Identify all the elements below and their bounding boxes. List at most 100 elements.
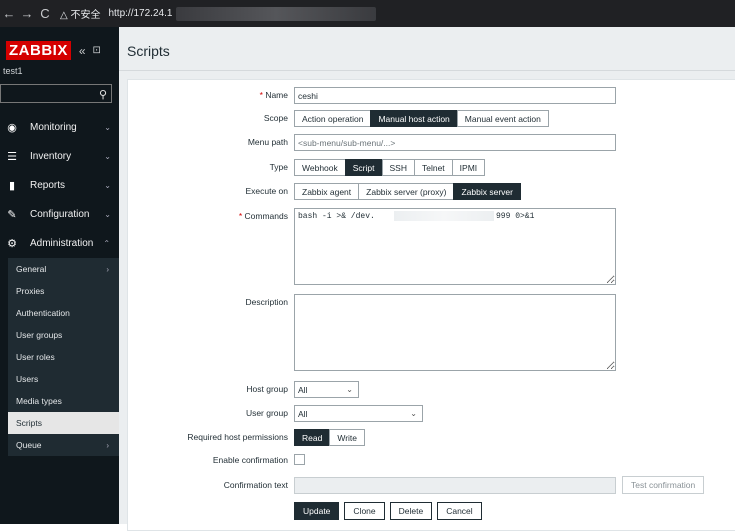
sidebar-search-input[interactable]: ⚲ [0,84,112,103]
zabbix-logo[interactable]: ZABBIX [6,41,71,60]
current-user: test1 [3,66,23,76]
submenu-item-general[interactable]: General › [8,258,119,280]
collapse-sidebar-icon[interactable]: « [79,44,86,58]
menu-item-label: Inventory [30,151,72,162]
submenu-item-user-roles[interactable]: User roles [8,346,119,368]
commands-field: bash -i >& /dev. 999 0>&1 [294,208,616,285]
security-warning[interactable]: △ 不安全 [60,6,100,21]
type-script[interactable]: Script [344,159,383,176]
confirmation-text-label: Confirmation text [223,480,288,490]
scope-manual-host-action[interactable]: Manual host action [370,110,458,127]
host-group-select[interactable]: All ⌄ [294,381,359,398]
submenu-item-label: Media types [16,396,62,406]
confirmation-text-input[interactable] [294,477,616,494]
scope-label: Scope [263,113,288,123]
menu-item-configuration[interactable]: ✎ Configuration ⌄ [0,200,119,229]
scope-action-operation[interactable]: Action operation [294,110,372,127]
enable-confirmation-label: Enable confirmation [212,455,288,465]
menu-item-label: Monitoring [30,122,77,133]
submenu-item-label: General [16,264,47,274]
menu-item-inventory[interactable]: ☰ Inventory ⌄ [0,142,119,171]
type-label: Type [269,162,288,172]
address-bar[interactable]: http://172.24.1 [108,8,172,19]
test-confirmation-button[interactable]: Test confirmation [622,476,705,494]
submenu-item-queue[interactable]: Queue › [8,434,119,456]
action-buttons: Update Clone Delete Cancel [294,502,487,520]
user-group-select[interactable]: All ⌄ [294,405,423,422]
redacted-url [176,6,377,21]
clone-button[interactable]: Clone [344,502,385,520]
commands-label: * Commands [238,211,288,221]
submenu-item-media-types[interactable]: Media types [8,390,119,412]
menu-item-monitoring[interactable]: ◉ Monitoring ⌄ [0,113,119,142]
menu-path-input[interactable] [294,134,616,151]
execute-on-zabbix-agent[interactable]: Zabbix agent [294,183,360,200]
menu-item-label: Reports [30,180,66,191]
submenu-item-label: Users [16,374,39,384]
script-form: * Name Scope Action operation Manual hos… [127,79,735,531]
header-divider [119,70,735,71]
wrench-icon: ✎ [7,209,17,221]
description-textarea[interactable] [294,294,616,371]
permissions-segmented-control: Read Write [294,429,366,446]
submenu-item-user-groups[interactable]: User groups [8,324,119,346]
host-group-value: All [298,384,308,395]
enable-confirmation-checkbox[interactable] [294,454,305,465]
type-ipmi[interactable]: IPMI [451,159,486,176]
list-icon: ☰ [7,151,17,163]
commands-text-end: 999 0>&1 [496,212,535,221]
update-button[interactable]: Update [294,502,340,520]
execute-on-zabbix-server[interactable]: Zabbix server [453,183,521,200]
submenu-item-label: Queue [16,440,42,450]
administration-submenu: General › Proxies Authentication User gr… [8,258,119,456]
submenu-item-label: User groups [16,330,63,340]
description-label: Description [245,297,288,307]
submenu-item-label: Scripts [16,418,42,428]
reload-icon[interactable]: C [36,6,54,21]
scope-manual-event-action[interactable]: Manual event action [456,110,549,127]
submenu-item-scripts[interactable]: Scripts [8,412,119,434]
eye-icon: ◉ [7,122,17,134]
cancel-button[interactable]: Cancel [437,502,482,520]
name-input[interactable] [294,87,616,104]
back-icon[interactable]: ← [0,6,18,21]
menu-item-administration[interactable]: ⚙ Administration ⌃ [0,229,119,258]
chevron-right-icon: › [106,264,109,274]
permission-write[interactable]: Write [329,429,366,446]
menu-path-label: Menu path [247,137,288,147]
name-label: * Name [259,90,288,100]
kiosk-mode-icon[interactable]: ⊡ [93,45,101,56]
menu-item-label: Administration [30,238,94,249]
user-group-label: User group [245,408,288,418]
type-webhook[interactable]: Webhook [294,159,346,176]
sidebar: ZABBIX « ⊡ test1 ⚲ ◉ Monitoring ⌄ ☰ Inve… [0,27,119,524]
delete-button[interactable]: Delete [389,502,433,520]
submenu-item-users[interactable]: Users [8,368,119,390]
submenu-item-proxies[interactable]: Proxies [8,280,119,302]
forward-icon[interactable]: → [18,6,36,21]
menu-item-reports[interactable]: ▮ Reports ⌄ [0,171,119,200]
search-icon[interactable]: ⚲ [99,88,107,101]
chevron-down-icon: ⌄ [104,152,111,161]
chevron-up-icon: ⌃ [103,239,111,248]
chevron-down-icon: ⌄ [410,409,417,418]
submenu-item-label: Authentication [16,308,70,318]
main-content: Scripts * Name Scope Action operation Ma… [119,27,735,531]
type-telnet[interactable]: Telnet [413,159,453,176]
user-group-value: All [298,408,308,419]
bar-chart-icon: ▮ [8,180,16,192]
redacted-command-text [394,211,494,221]
permissions-label: Required host permissions [187,432,288,442]
execute-on-label: Execute on [245,186,288,196]
chevron-down-icon: ⌄ [346,385,353,394]
type-ssh[interactable]: SSH [381,159,415,176]
browser-toolbar: ← → C △ 不安全 http://172.24.1 [0,0,735,27]
submenu-item-label: Proxies [16,286,45,296]
menu-item-label: Configuration [30,209,90,220]
scope-segmented-control: Action operation Manual host action Manu… [294,110,549,127]
execute-on-segmented-control: Zabbix agent Zabbix server (proxy) Zabbi… [294,183,521,200]
execute-on-zabbix-proxy[interactable]: Zabbix server (proxy) [358,183,455,200]
permission-read[interactable]: Read [294,429,331,446]
main-menu: ◉ Monitoring ⌄ ☰ Inventory ⌄ ▮ Reports ⌄… [0,113,119,456]
submenu-item-authentication[interactable]: Authentication [8,302,119,324]
